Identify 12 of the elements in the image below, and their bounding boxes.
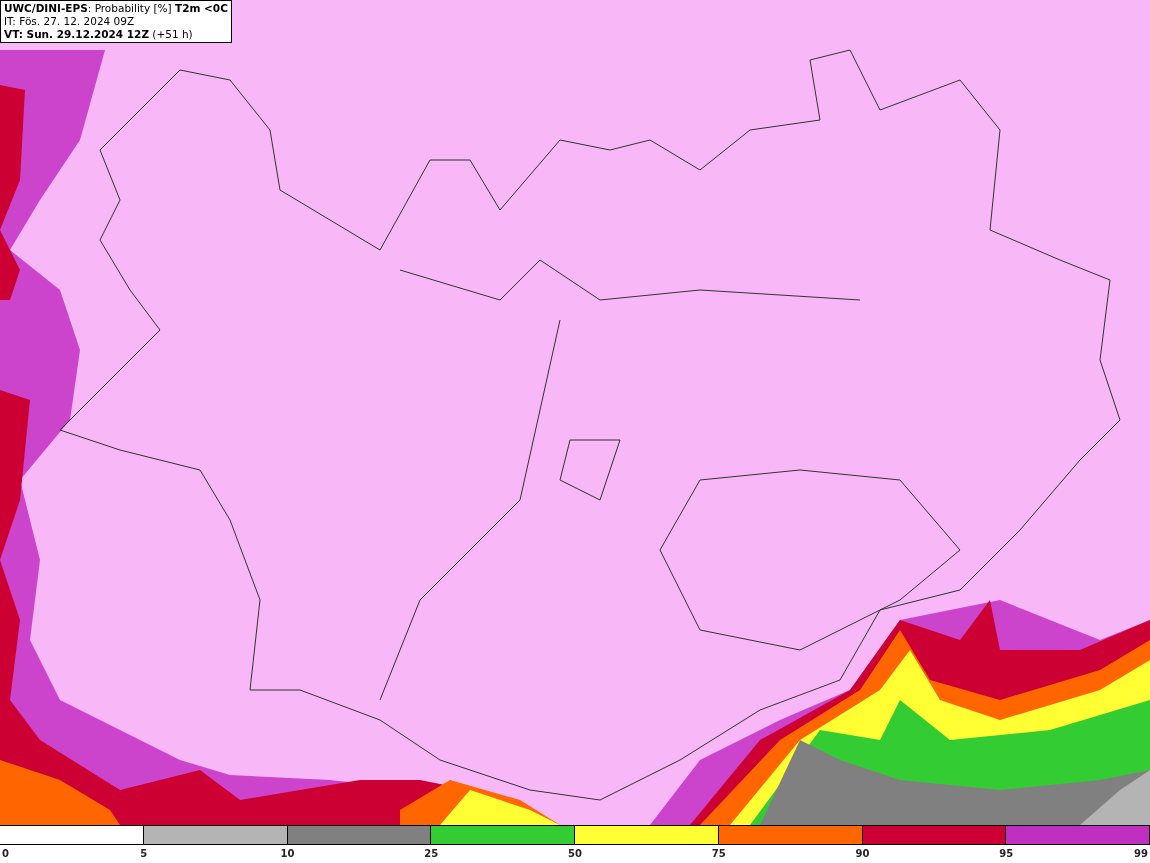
legend-tick-label: 0 bbox=[2, 847, 9, 861]
legend-tick-label: 95 bbox=[999, 847, 1014, 861]
legend-tick-label: 99 bbox=[1134, 847, 1148, 861]
legend-tick-label: 75 bbox=[711, 847, 726, 861]
initial-time: IT: Fös. 27. 12. 2024 09Z bbox=[4, 15, 136, 29]
legend-tick-label: 5 bbox=[140, 847, 148, 861]
legend-tick-label: 50 bbox=[568, 847, 582, 861]
valid-time: VT: Sun. 29.12.2024 12Z (+51 h) bbox=[4, 28, 194, 42]
legend-tick-label: 10 bbox=[280, 847, 295, 861]
legend-tick-label: 25 bbox=[424, 847, 439, 861]
legend-tick-label: 90 bbox=[855, 847, 870, 861]
map-title: UWC/DINI-EPS: Probability [%] T2m <0C bbox=[4, 2, 228, 16]
